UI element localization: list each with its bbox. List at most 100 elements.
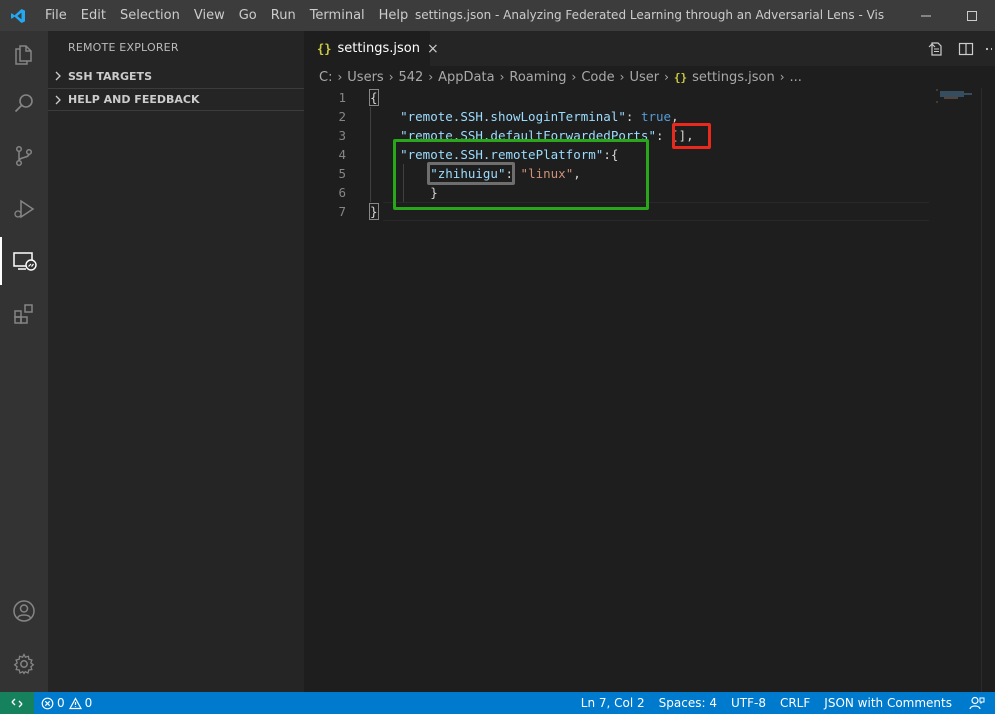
breadcrumb: C: › Users › 542 › AppData › Roaming › C… <box>304 66 995 88</box>
chevron-right-icon <box>48 95 68 105</box>
colon: : <box>625 109 641 124</box>
minimize-button[interactable] <box>903 0 949 31</box>
line-number-gutter: 1 2 3 4 5 6 7 <box>304 88 356 221</box>
line-number: 5 <box>338 166 346 181</box>
indentation[interactable]: Spaces: 4 <box>652 696 724 710</box>
more-actions-button[interactable] <box>981 31 995 66</box>
breadcrumb-item[interactable]: C: <box>319 70 332 85</box>
line-number: 7 <box>338 204 346 219</box>
line-number: 3 <box>338 128 346 143</box>
menu-help[interactable]: Help <box>372 0 416 31</box>
problems-indicator[interactable]: 0 0 <box>34 696 99 710</box>
open-settings-ui-button[interactable] <box>921 31 951 66</box>
breadcrumb-item[interactable]: Users <box>347 70 383 85</box>
chevron-right-icon: › <box>499 70 505 84</box>
error-count: 0 <box>57 696 65 710</box>
annotation-box-red <box>672 123 711 149</box>
breadcrumb-file[interactable]: settings.json <box>692 70 775 85</box>
maximize-button[interactable] <box>949 0 995 31</box>
menu-run[interactable]: Run <box>264 0 303 31</box>
json-file-icon: {} <box>317 41 332 56</box>
source-control-button[interactable] <box>0 132 48 180</box>
encoding[interactable]: UTF-8 <box>724 696 773 710</box>
line-number: 1 <box>338 90 346 105</box>
chevron-right-icon: › <box>779 70 785 84</box>
menu-view[interactable]: View <box>187 0 232 31</box>
line-number: 6 <box>338 185 346 200</box>
sidebar-title: REMOTE EXPLORER <box>68 41 179 54</box>
split-editor-icon <box>958 42 974 55</box>
window-title: settings.json - Analyzing Federated Lear… <box>415 8 885 22</box>
json-key: "remote.SSH.showLoginTerminal" <box>400 109 626 124</box>
section-divider <box>48 110 304 111</box>
breadcrumb-item[interactable]: AppData <box>438 70 494 85</box>
maximize-icon <box>967 10 977 21</box>
explorer-button[interactable] <box>0 31 48 79</box>
end-of-line[interactable]: CRLF <box>773 696 817 710</box>
tab-label: settings.json <box>337 41 421 56</box>
open-brace: { <box>369 89 379 106</box>
menu-go[interactable]: Go <box>232 0 264 31</box>
line-number: 4 <box>338 147 346 162</box>
section-label: HELP AND FEEDBACK <box>68 93 200 106</box>
chevron-right-icon <box>48 71 68 81</box>
close-icon[interactable]: × <box>427 41 439 57</box>
section-ssh-targets[interactable]: SSH TARGETS <box>48 65 304 87</box>
line-number: 2 <box>338 109 346 124</box>
json-value: true <box>640 109 672 124</box>
breadcrumb-more[interactable]: ... <box>790 70 802 85</box>
annotation-box-gray <box>427 162 515 185</box>
manage-button[interactable] <box>0 640 48 688</box>
breadcrumb-item[interactable]: User <box>629 70 659 85</box>
accounts-button[interactable] <box>0 587 48 635</box>
language-mode[interactable]: JSON with Comments <box>817 696 959 710</box>
colon: : <box>655 128 672 143</box>
chevron-right-icon: › <box>428 70 434 84</box>
title-bar: File Edit Selection View Go Run Terminal… <box>0 0 995 31</box>
feedback-icon <box>969 696 985 710</box>
more-icon <box>985 47 992 50</box>
menu-bar: File Edit Selection View Go Run Terminal… <box>38 0 415 31</box>
run-debug-icon <box>14 199 35 219</box>
minimap-preview <box>936 89 972 103</box>
remote-explorer-icon <box>13 252 37 271</box>
section-help-feedback[interactable]: HELP AND FEEDBACK <box>48 88 304 110</box>
error-icon <box>41 697 54 709</box>
search-button[interactable] <box>0 79 48 127</box>
breadcrumb-item[interactable]: Code <box>581 70 614 85</box>
source-control-icon <box>15 145 33 167</box>
breadcrumb-item[interactable]: 542 <box>399 70 424 85</box>
close-brace: } <box>369 203 379 220</box>
vscode-logo-icon <box>0 0 36 31</box>
warning-count: 0 <box>84 696 93 710</box>
extensions-button[interactable] <box>0 290 48 338</box>
remote-icon <box>11 698 23 708</box>
tab-settings-json[interactable]: {} settings.json × <box>304 31 439 66</box>
editor-tabs: {} settings.json × <box>304 31 995 66</box>
menu-edit[interactable]: Edit <box>74 0 113 31</box>
split-editor-button[interactable] <box>951 31 981 66</box>
menu-file[interactable]: File <box>38 0 74 31</box>
window-controls <box>903 0 995 31</box>
vertical-scrollbar[interactable] <box>981 88 995 692</box>
files-icon <box>15 45 32 65</box>
account-icon <box>13 600 35 622</box>
menu-selection[interactable]: Selection <box>113 0 187 31</box>
breadcrumb-item[interactable]: Roaming <box>509 70 566 85</box>
remote-indicator-button[interactable] <box>0 692 34 714</box>
menu-terminal[interactable]: Terminal <box>303 0 372 31</box>
chevron-right-icon: › <box>619 70 625 84</box>
status-bar: 0 0 Ln 7, Col 2 Spaces: 4 UTF-8 CRLF JSO… <box>0 692 995 714</box>
editor-actions <box>921 31 995 66</box>
chevron-right-icon: › <box>664 70 669 84</box>
chevron-right-icon: › <box>571 70 577 84</box>
remote-explorer-button[interactable] <box>0 237 48 285</box>
minimize-icon <box>921 15 931 16</box>
code-line: { <box>369 88 694 107</box>
run-debug-button[interactable] <box>0 185 48 233</box>
feedback-button[interactable] <box>959 696 995 710</box>
minimap[interactable] <box>934 88 984 108</box>
cursor-position[interactable]: Ln 7, Col 2 <box>574 696 652 710</box>
remote-explorer-sidebar: REMOTE EXPLORER SSH TARGETS HELP AND FEE… <box>48 31 304 692</box>
open-settings-icon <box>928 41 942 56</box>
